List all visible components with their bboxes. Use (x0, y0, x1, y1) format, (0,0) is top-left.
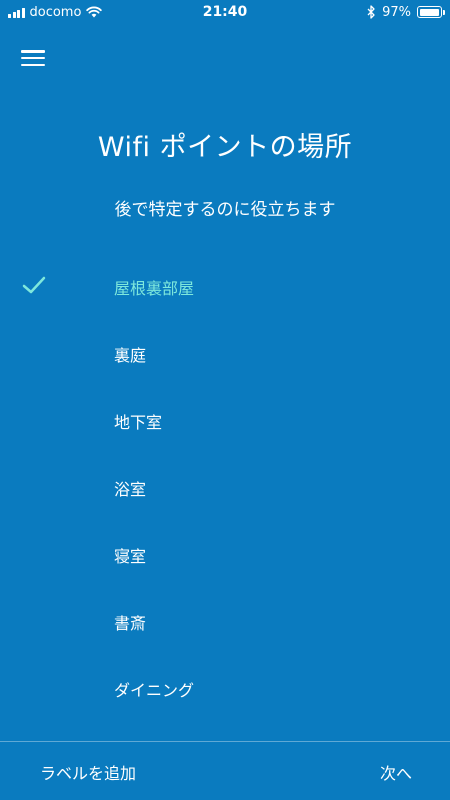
location-item[interactable]: 地下室 (0, 387, 450, 454)
battery-percent: 97% (382, 4, 411, 20)
location-item-label: 寝室 (114, 546, 147, 566)
status-right: 97% (367, 0, 445, 24)
location-item[interactable]: 書斎 (0, 588, 450, 655)
location-item-label: 書斎 (114, 613, 147, 633)
checkmark-icon (22, 276, 46, 294)
status-bar: docomo 21:40 97% (0, 0, 450, 24)
location-item-label: 屋根裏部屋 (114, 278, 195, 298)
screen: docomo 21:40 97% Wifi ポイントの場所 後で特定するのに役立… (0, 0, 450, 800)
location-item[interactable]: 寝室 (0, 521, 450, 588)
footer-divider (0, 741, 450, 742)
add-label-button[interactable]: ラベルを追加 (40, 760, 136, 784)
location-item-label: 浴室 (114, 479, 147, 499)
page-title: Wifi ポイントの場所 (97, 132, 353, 163)
location-item-label: 裏庭 (114, 345, 147, 365)
location-list: 屋根裏部屋裏庭地下室浴室寝室書斎ダイニング (0, 253, 450, 722)
location-item[interactable]: 浴室 (0, 454, 450, 521)
next-button[interactable]: 次へ (380, 760, 412, 784)
location-item-label: ダイニング (114, 680, 195, 700)
page-subtitle: 後で特定するのに役立ちます (114, 200, 336, 220)
location-item[interactable]: 屋根裏部屋 (0, 253, 450, 320)
location-item[interactable]: 裏庭 (0, 320, 450, 387)
location-item[interactable]: ダイニング (0, 655, 450, 722)
location-item-label: 地下室 (114, 412, 163, 432)
hamburger-menu-icon[interactable] (20, 48, 46, 68)
bluetooth-icon (367, 5, 375, 19)
battery-icon (417, 6, 445, 18)
